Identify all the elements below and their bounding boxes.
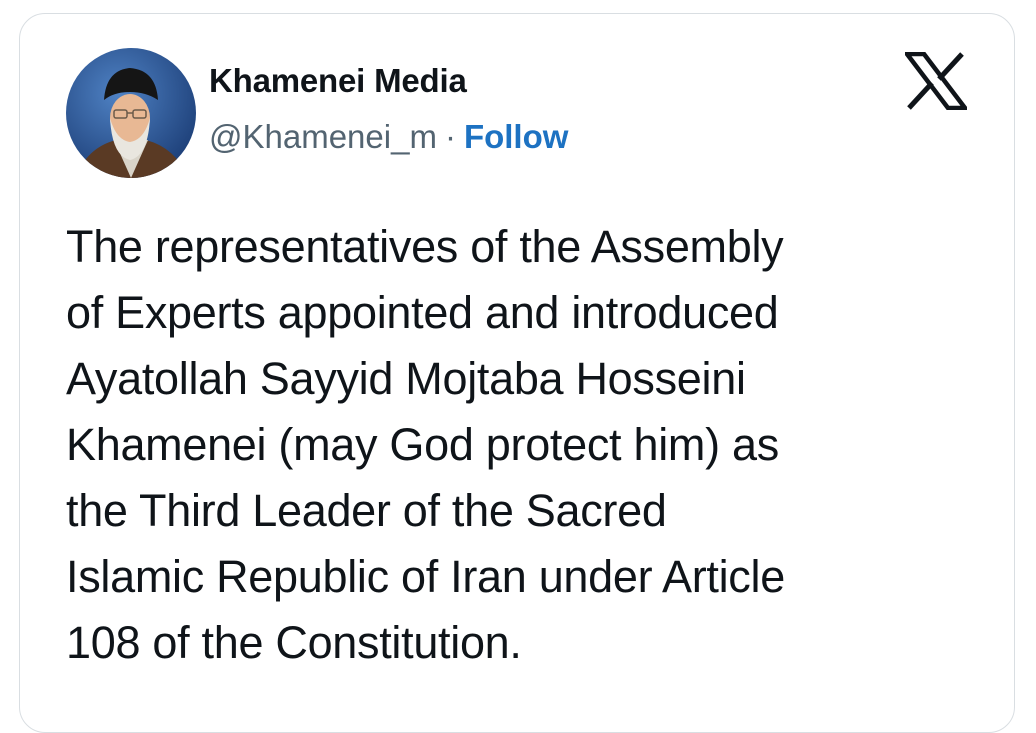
x-logo-icon[interactable]: [902, 51, 970, 111]
tweet-text-line: Ayatollah Sayyid Mojtaba Hosseini: [66, 353, 746, 404]
avatar-photo: [66, 48, 196, 178]
author-meta-row: @Khamenei_m · Follow: [209, 118, 568, 156]
tweet-text-line: of Experts appointed and introduced: [66, 287, 779, 338]
author-display-name[interactable]: Khamenei Media: [209, 62, 467, 100]
tweet-text-line: the Third Leader of the Sacred: [66, 485, 667, 536]
follow-button[interactable]: Follow: [464, 118, 568, 155]
separator-dot: ·: [444, 118, 456, 155]
tweet-text-line: Islamic Republic of Iran under Article: [66, 551, 785, 602]
author-handle[interactable]: @Khamenei_m: [209, 118, 437, 155]
tweet-text-line: The representatives of the Assembly: [66, 221, 784, 272]
avatar[interactable]: [66, 48, 196, 178]
tweet-text: The representatives of the Assembly of E…: [66, 214, 986, 676]
tweet-text-line: 108 of the Constitution.: [66, 617, 522, 668]
tweet-text-line: Khamenei (may God protect him) as: [66, 419, 779, 470]
tweet-card[interactable]: Khamenei Media @Khamenei_m · Follow The re…: [19, 13, 1015, 733]
